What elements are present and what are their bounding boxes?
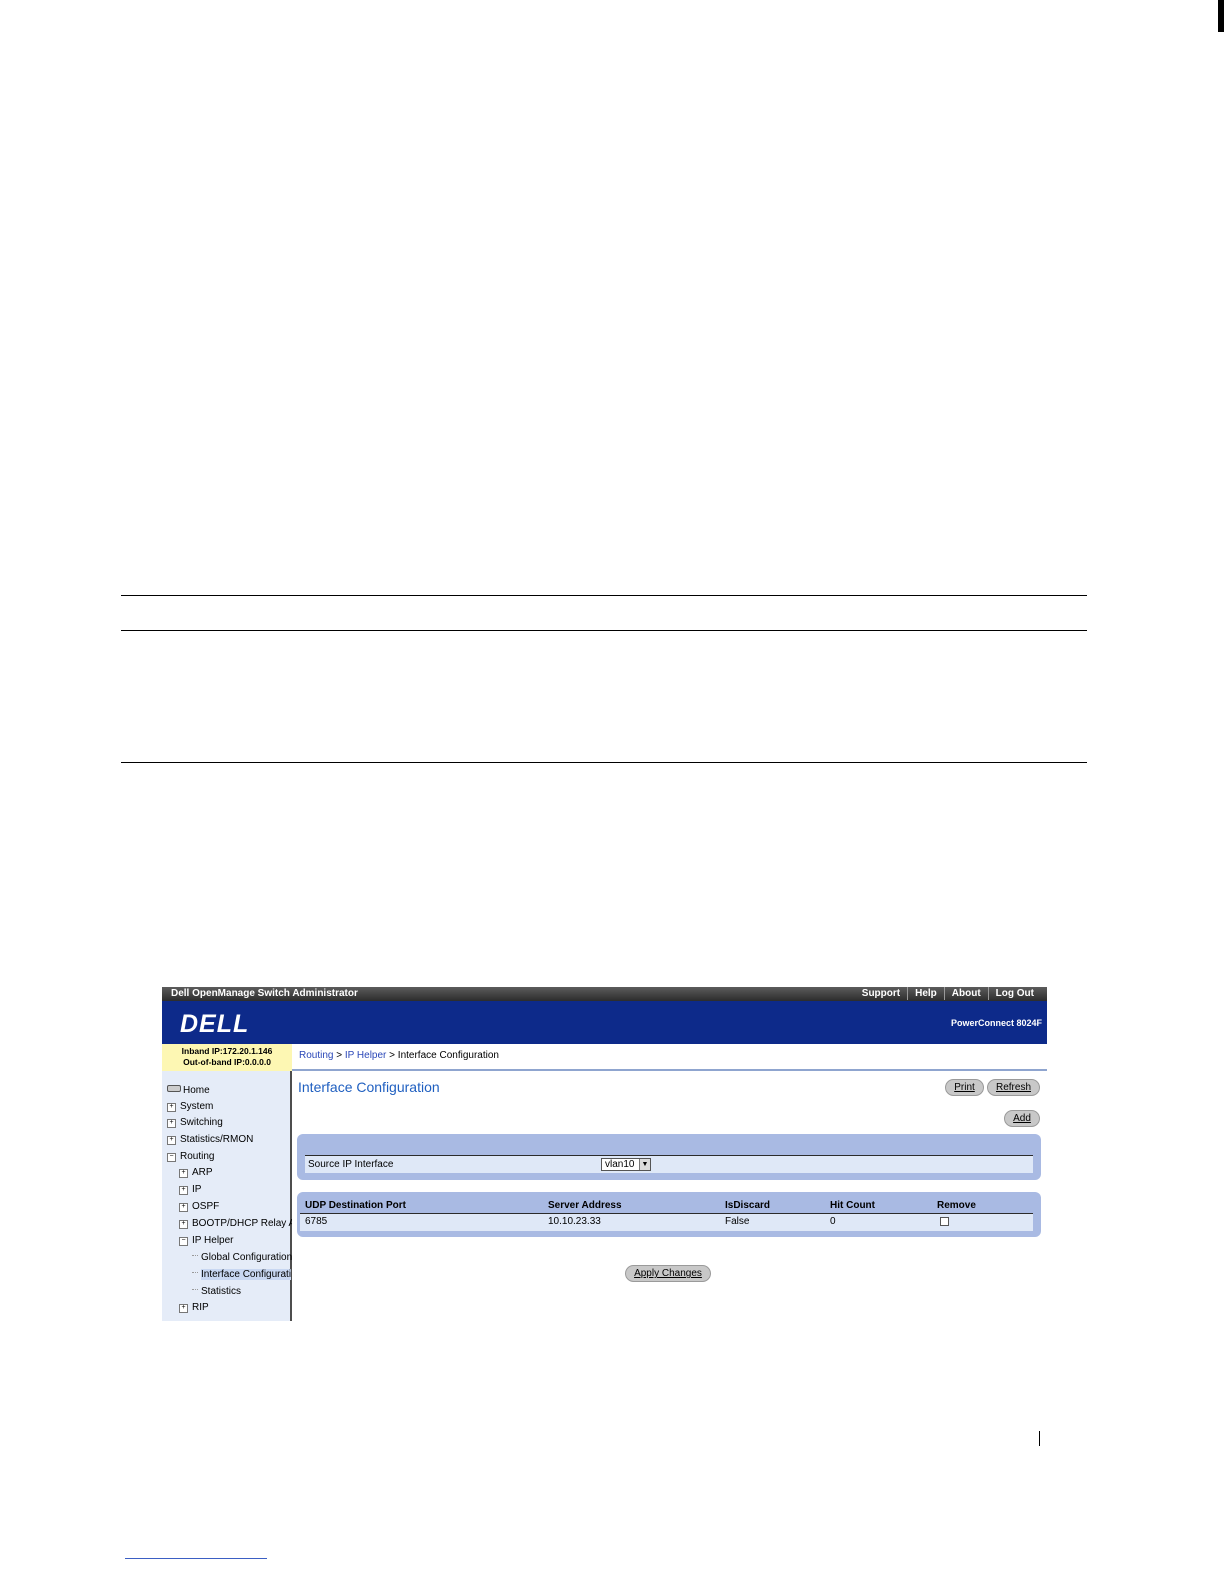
source-row: Source IP Interface vlan10 ▼ <box>305 1155 1033 1173</box>
col-udp-port: UDP Destination Port <box>305 1200 406 1211</box>
nav-home[interactable]: Home <box>167 1085 210 1096</box>
expand-icon[interactable]: + <box>179 1169 188 1178</box>
breadcrumb-separator: > <box>386 1050 398 1061</box>
nav-tree: Home + System + Switching + Statistics/RMON… <box>162 1071 295 1321</box>
print-button[interactable]: Print <box>945 1079 984 1096</box>
footer-mark <box>1039 1431 1040 1446</box>
about-link[interactable]: About <box>943 987 988 1000</box>
app-title: Dell OpenManage Switch Administrator <box>171 988 358 999</box>
nav-arp[interactable]: + ARP <box>179 1167 213 1178</box>
nav-ip[interactable]: + IP <box>179 1184 201 1195</box>
brand-banner: DELL PowerConnect 8024F <box>162 1001 1047 1044</box>
expand-icon[interactable]: + <box>179 1304 188 1313</box>
breadcrumb: Routing > IP Helper > Interface Configur… <box>299 1050 499 1061</box>
breadcrumb-ip-helper[interactable]: IP Helper <box>345 1050 387 1061</box>
chevron-down-icon[interactable]: ▼ <box>639 1159 650 1170</box>
divider-rule <box>121 630 1087 631</box>
dell-logo: DELL <box>180 1010 250 1038</box>
breadcrumb-routing[interactable]: Routing <box>299 1050 333 1061</box>
divider-rule <box>121 595 1087 596</box>
content-area: Interface Configuration Print Refresh Ad… <box>292 1071 1047 1321</box>
expand-icon[interactable]: + <box>167 1136 176 1145</box>
nav-switching[interactable]: + Switching <box>167 1117 223 1128</box>
nav-bootp-dhcp[interactable]: + BOOTP/DHCP Relay A <box>179 1218 295 1229</box>
breadcrumb-separator: > <box>333 1050 345 1061</box>
ip-info-box: Inband IP:172.20.1.146 Out-of-band IP:0.… <box>162 1044 292 1071</box>
breadcrumb-bar: Routing > IP Helper > Interface Configur… <box>292 1044 1047 1071</box>
cell-hit-count: 0 <box>830 1216 836 1227</box>
collapse-icon[interactable]: − <box>167 1153 176 1162</box>
switch-admin-screenshot: Dell OpenManage Switch Administrator Sup… <box>162 987 1047 1321</box>
nav-routing[interactable]: − Routing <box>167 1151 214 1162</box>
expand-icon[interactable]: + <box>179 1220 188 1229</box>
helper-table-panel: UDP Destination Port Server Address IsDi… <box>297 1192 1041 1237</box>
refresh-button[interactable]: Refresh <box>987 1079 1040 1096</box>
divider-rule <box>121 762 1087 763</box>
col-isdiscard: IsDiscard <box>725 1200 771 1211</box>
nav-ospf[interactable]: + OSPF <box>179 1201 219 1212</box>
breadcrumb-current: Interface Configuration <box>397 1050 499 1061</box>
nav-ip-helper[interactable]: − IP Helper <box>179 1235 234 1246</box>
title-bar: Dell OpenManage Switch Administrator Sup… <box>162 987 1047 1001</box>
apply-changes-button[interactable]: Apply Changes <box>625 1265 711 1282</box>
expand-icon[interactable]: + <box>179 1203 188 1212</box>
expand-icon[interactable]: + <box>179 1186 188 1195</box>
table-row: 6785 10.10.23.33 False 0 <box>300 1213 1033 1231</box>
col-hit-count: Hit Count <box>830 1200 875 1211</box>
expand-icon[interactable]: + <box>167 1119 176 1128</box>
add-button[interactable]: Add <box>1004 1110 1040 1127</box>
col-remove: Remove <box>937 1200 976 1211</box>
outofband-ip: Out-of-band IP:0.0.0.0 <box>183 1057 271 1067</box>
nav-global-configuration[interactable]: Global Configuration <box>192 1252 292 1263</box>
top-links: Support Help About Log Out <box>855 987 1041 1000</box>
nav-rip[interactable]: + RIP <box>179 1302 209 1313</box>
expand-icon[interactable]: + <box>167 1103 176 1112</box>
footer-link-rule <box>125 1558 267 1559</box>
cell-udp-port: 6785 <box>305 1216 328 1227</box>
source-ip-select[interactable]: vlan10 ▼ <box>601 1158 651 1171</box>
inband-ip: Inband IP:172.20.1.146 <box>181 1046 273 1056</box>
edge-bar <box>1218 0 1224 32</box>
model-name: PowerConnect 8024F <box>950 1018 1042 1028</box>
col-server-address: Server Address <box>548 1200 622 1211</box>
cell-server-address: 10.10.23.33 <box>548 1216 601 1227</box>
help-link[interactable]: Help <box>907 987 944 1000</box>
source-panel: Source IP Interface vlan10 ▼ <box>297 1134 1041 1180</box>
logout-link[interactable]: Log Out <box>987 987 1041 1000</box>
nav-statistics[interactable]: Statistics <box>192 1286 241 1297</box>
remove-checkbox[interactable] <box>940 1217 949 1226</box>
cell-isdiscard: False <box>725 1216 750 1227</box>
nav-statistics-rmon[interactable]: + Statistics/RMON <box>167 1134 253 1145</box>
support-link[interactable]: Support <box>855 987 907 1000</box>
collapse-icon[interactable]: − <box>179 1237 188 1246</box>
page-title: Interface Configuration <box>298 1079 440 1095</box>
nav-system[interactable]: + System <box>167 1101 213 1112</box>
source-ip-label: Source IP Interface <box>308 1159 394 1170</box>
home-icon <box>167 1085 181 1092</box>
nav-interface-configuration[interactable]: Interface Configurati <box>192 1269 292 1280</box>
